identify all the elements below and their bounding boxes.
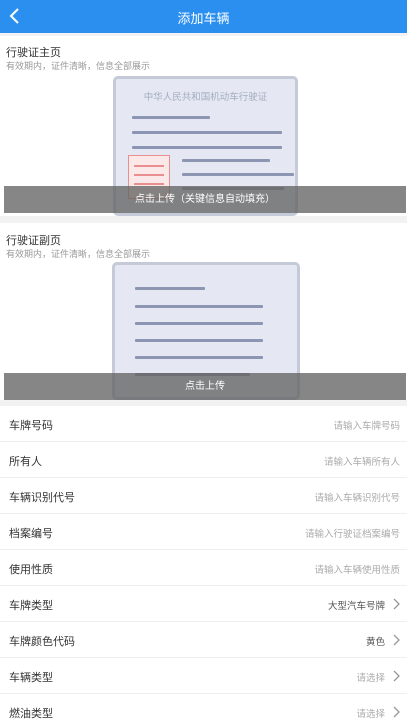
section-subtitle: 有效期内，证件清晰，信息全部展示 [6, 62, 151, 72]
vehicle-type-select[interactable]: 请选择 [356, 670, 385, 684]
usage-nature-input[interactable]: 请输入车辆使用性质 [314, 562, 400, 576]
vin-input[interactable]: 请输入车辆识别代号 [314, 490, 400, 504]
form-row-vin[interactable]: 车辆识别代号 请输入车辆识别代号 [0, 478, 407, 514]
row-label: 燃油类型 [9, 707, 53, 720]
form-row-vehicle-type[interactable]: 车辆类型 请选择 [0, 658, 407, 694]
section-title: 行驶证主页 [6, 46, 61, 59]
card-caption: 中华人民共和国机动车行驶证 [143, 92, 268, 103]
plate-color-select[interactable]: 黄色 [366, 634, 385, 648]
form-row-file-number[interactable]: 档案编号 请输入行驶证档案编号 [0, 514, 407, 550]
form-row-usage-nature[interactable]: 使用性质 请输入车辆使用性质 [0, 550, 407, 586]
form-row-plate-number[interactable]: 车牌号码 请输入车牌号码 [0, 406, 407, 442]
license-front-section: 行驶证主页 有效期内，证件清晰，信息全部展示 中华人民共和国机动车行驶证 点击上… [0, 36, 407, 216]
card-line [135, 305, 263, 308]
file-number-input[interactable]: 请输入行驶证档案编号 [305, 526, 400, 540]
row-label: 车牌颜色代码 [9, 635, 75, 648]
app-header: 添加车辆 [0, 0, 407, 33]
section-subtitle: 有效期内，证件清晰，信息全部展示 [6, 250, 151, 260]
plate-number-input[interactable]: 请输入车牌号码 [333, 418, 400, 432]
page-title: 添加车辆 [177, 12, 230, 27]
row-label: 所有人 [9, 455, 42, 468]
form-row-fuel-type[interactable]: 燃油类型 请选择 [0, 694, 407, 720]
card-line [132, 146, 282, 149]
section-title: 行驶证副页 [6, 234, 61, 247]
chevron-right-icon [393, 598, 400, 610]
license-back-section: 行驶证副页 有效期内，证件清晰，信息全部展示 点击上传 [0, 223, 407, 400]
upload-back-button[interactable]: 点击上传 [4, 373, 406, 400]
form-row-owner[interactable]: 所有人 请输入车辆所有人 [0, 442, 407, 478]
card-line [135, 287, 205, 290]
row-label: 车牌类型 [9, 599, 53, 612]
fuel-type-select[interactable]: 请选择 [356, 706, 385, 720]
card-line [132, 116, 210, 119]
row-label: 车辆识别代号 [9, 491, 75, 504]
row-label: 车辆类型 [9, 671, 53, 684]
card-line [182, 173, 294, 176]
upload-front-button[interactable]: 点击上传（关键信息自动填充） [4, 186, 406, 213]
row-label: 使用性质 [9, 563, 53, 576]
chevron-right-icon [393, 634, 400, 646]
card-line [135, 356, 263, 359]
form-row-plate-type[interactable]: 车牌类型 大型汽车号牌 [0, 586, 407, 622]
chevron-right-icon [393, 670, 400, 682]
owner-input[interactable]: 请输入车辆所有人 [324, 454, 400, 468]
vehicle-form: 车牌号码 请输入车牌号码 所有人 请输入车辆所有人 车辆识别代号 请输入车辆识别… [0, 406, 407, 720]
plate-type-select[interactable]: 大型汽车号牌 [328, 598, 385, 612]
row-label: 车牌号码 [9, 419, 53, 432]
card-line [132, 131, 282, 134]
form-row-plate-color[interactable]: 车牌颜色代码 黄色 [0, 622, 407, 658]
card-line [182, 159, 270, 162]
chevron-right-icon [393, 706, 400, 718]
card-line [135, 322, 263, 325]
card-line [135, 339, 263, 342]
row-label: 档案编号 [9, 527, 53, 540]
